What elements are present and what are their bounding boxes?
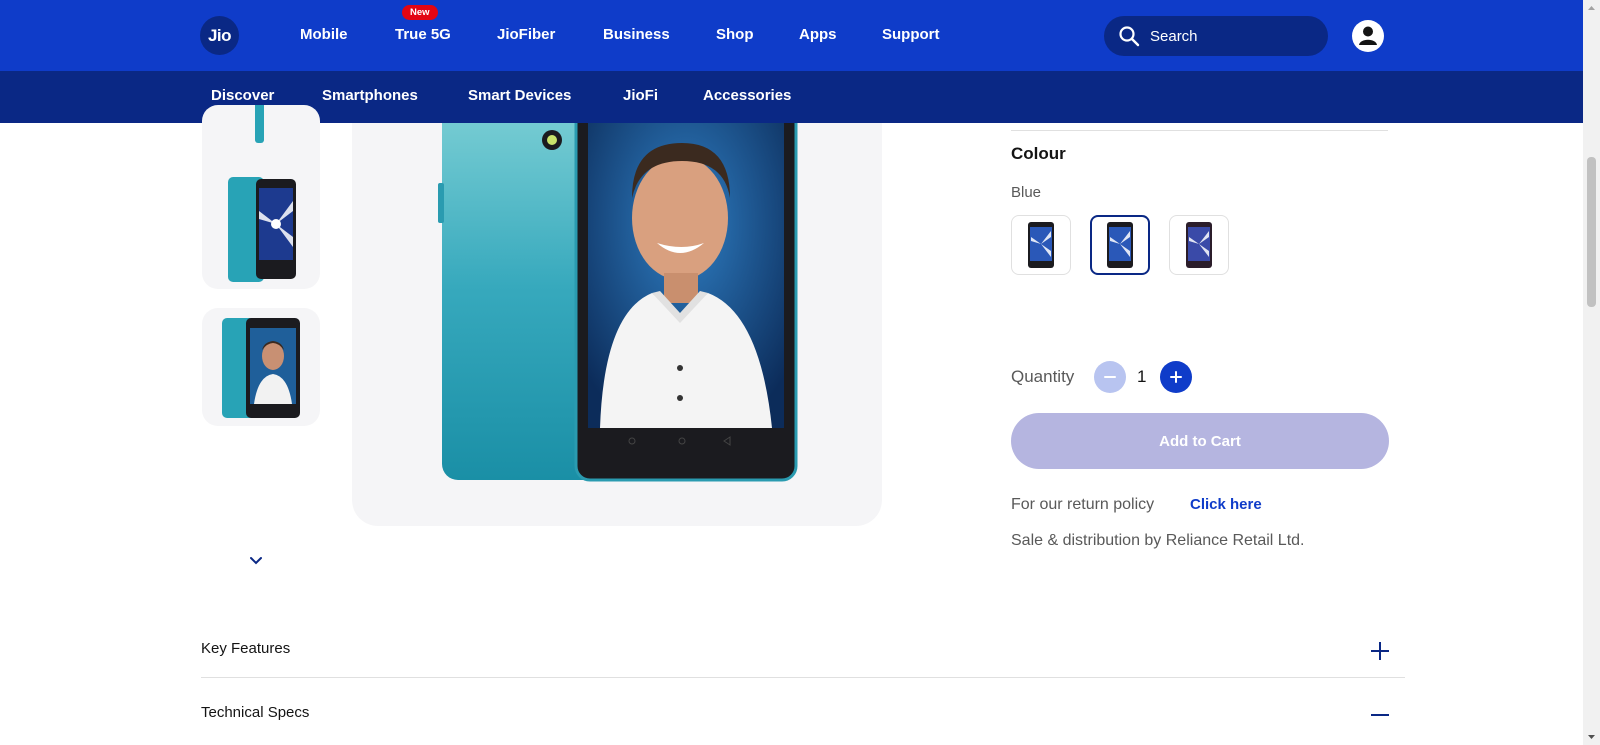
accordion-technical-specs[interactable]: Technical Specs	[201, 704, 309, 721]
add-to-cart-button[interactable]: Add to Cart	[1011, 413, 1389, 469]
user-icon	[1353, 21, 1383, 51]
sale-distribution-text: Sale & distribution by Reliance Retail L…	[1011, 532, 1305, 549]
subnav-jiofi[interactable]: JioFi	[623, 87, 658, 104]
search-input[interactable]	[1150, 16, 1315, 56]
nav-jiofiber[interactable]: JioFiber	[497, 26, 555, 43]
phone-swatch-icon	[1186, 222, 1212, 268]
return-policy-text: For our return policy	[1011, 496, 1155, 513]
colour-swatch-3[interactable]	[1169, 215, 1229, 275]
nav-true-5g[interactable]: True 5G	[395, 26, 451, 43]
subnav-discover[interactable]: Discover	[211, 87, 274, 104]
subnav-accessories[interactable]: Accessories	[703, 87, 791, 104]
product-thumbnail-3[interactable]	[202, 308, 320, 426]
phone-swatch-icon	[1028, 222, 1054, 268]
minus-icon	[1104, 376, 1116, 378]
scrollbar-thumb[interactable]	[1587, 157, 1596, 307]
scrollbar[interactable]	[1583, 0, 1600, 745]
plus-icon	[1170, 371, 1182, 383]
logo-text: Jio	[207, 25, 232, 45]
new-badge: New	[402, 5, 438, 20]
top-header: Jio Mobile True 5G New JioFiber Business…	[0, 0, 1583, 71]
subnav-smart-devices[interactable]: Smart Devices	[468, 87, 571, 104]
subnav-smartphones[interactable]: Smartphones	[322, 87, 418, 104]
search-icon	[1119, 26, 1140, 47]
return-policy-link[interactable]: Click here	[1190, 496, 1262, 513]
nav-shop[interactable]: Shop	[716, 26, 754, 43]
quantity-decrease-button[interactable]	[1094, 361, 1126, 393]
nav-support[interactable]: Support	[882, 26, 940, 43]
jio-logo[interactable]: Jio	[200, 16, 239, 55]
nav-apps[interactable]: Apps	[799, 26, 837, 43]
search-bar[interactable]	[1104, 16, 1328, 56]
accordion-divider	[201, 677, 1405, 678]
phone-swatch-icon	[1107, 222, 1133, 268]
nav-business[interactable]: Business	[603, 26, 670, 43]
colour-swatch-1[interactable]	[1011, 215, 1071, 275]
phone-thumbnail-image	[228, 177, 296, 282]
phone-image	[438, 123, 798, 482]
quantity-value: 1	[1137, 367, 1147, 386]
product-thumbnail-2[interactable]	[202, 171, 320, 289]
profile-button[interactable]	[1352, 20, 1384, 52]
chevron-down-icon[interactable]	[250, 556, 262, 566]
nav-mobile[interactable]: Mobile	[300, 26, 348, 43]
quantity-label: Quantity	[1011, 367, 1075, 386]
phone-thumbnail-image	[222, 318, 300, 418]
quantity-increase-button[interactable]	[1160, 361, 1192, 393]
colour-heading: Colour	[1011, 144, 1066, 163]
plus-icon[interactable]	[1370, 641, 1390, 661]
minus-icon[interactable]	[1370, 705, 1390, 725]
section-divider	[1011, 130, 1388, 131]
scroll-up-arrow-icon[interactable]	[1587, 4, 1596, 13]
selected-colour-label: Blue	[1011, 184, 1042, 201]
colour-swatch-2[interactable]	[1090, 215, 1150, 275]
scroll-down-arrow-icon[interactable]	[1587, 732, 1596, 741]
accordion-key-features[interactable]: Key Features	[201, 640, 290, 657]
main-product-image	[352, 123, 882, 526]
